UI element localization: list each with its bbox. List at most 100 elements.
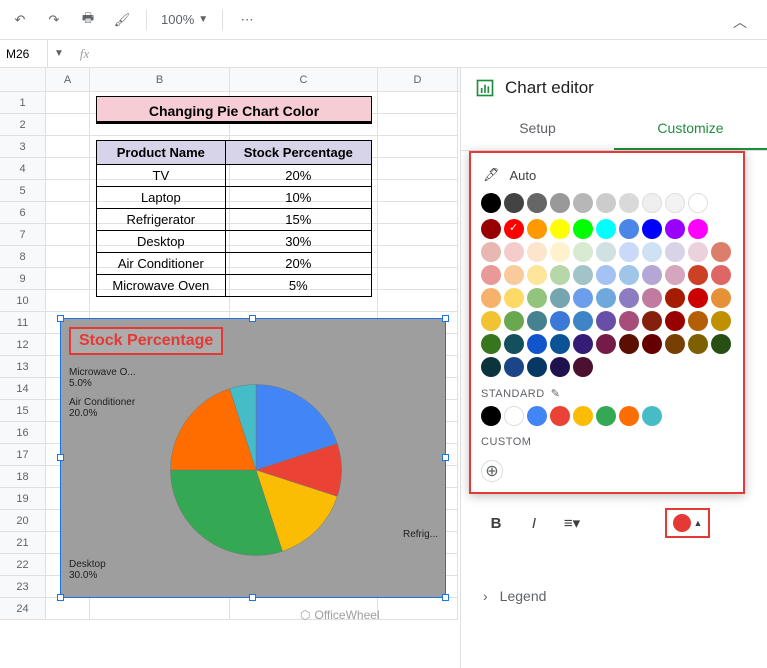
row-header[interactable]: 17 <box>0 444 46 466</box>
color-swatch[interactable] <box>527 242 547 262</box>
row-header[interactable]: 1 <box>0 92 46 114</box>
color-swatch[interactable] <box>481 334 501 354</box>
text-color-button[interactable]: ▲ <box>665 508 710 538</box>
color-swatch[interactable] <box>504 219 524 239</box>
spreadsheet-grid[interactable]: A B C D 12345678910111213141516171819202… <box>0 68 460 668</box>
print-button[interactable]: 🖶 <box>78 10 98 30</box>
color-swatch[interactable] <box>550 334 570 354</box>
col-header-c[interactable]: C <box>230 68 378 91</box>
col-header-b[interactable]: B <box>90 68 230 91</box>
sheet-title-cell[interactable]: Changing Pie Chart Color <box>96 96 372 124</box>
color-swatch[interactable] <box>550 406 570 426</box>
table-cell[interactable]: 5% <box>225 275 371 297</box>
row-header[interactable]: 22 <box>0 554 46 576</box>
color-swatch[interactable] <box>550 219 570 239</box>
color-swatch[interactable] <box>481 265 501 285</box>
row-header[interactable]: 15 <box>0 400 46 422</box>
color-swatch[interactable] <box>481 219 501 239</box>
color-swatch[interactable] <box>711 265 731 285</box>
color-swatch[interactable] <box>596 219 616 239</box>
name-box-dropdown[interactable]: ▼ <box>48 48 70 59</box>
resize-handle[interactable] <box>249 315 256 322</box>
color-swatch[interactable] <box>504 311 524 331</box>
color-swatch[interactable] <box>619 219 639 239</box>
tab-customize[interactable]: Customize <box>614 108 767 150</box>
row-header[interactable]: 2 <box>0 114 46 136</box>
table-cell[interactable]: Refrigerator <box>97 209 226 231</box>
row-header[interactable]: 5 <box>0 180 46 202</box>
row-header[interactable]: 7 <box>0 224 46 246</box>
pencil-icon[interactable]: ✎ <box>551 387 561 400</box>
color-swatch[interactable] <box>550 311 570 331</box>
color-swatch[interactable] <box>527 288 547 308</box>
table-cell[interactable]: Air Conditioner <box>97 253 226 275</box>
color-swatch[interactable] <box>688 265 708 285</box>
pie-chart[interactable]: Stock Percentage Microwave O...5.0% Air … <box>60 318 446 598</box>
align-button[interactable]: ≡▾ <box>557 508 587 538</box>
color-swatch[interactable] <box>619 334 639 354</box>
table-cell[interactable]: Desktop <box>97 231 226 253</box>
color-swatch[interactable] <box>642 334 662 354</box>
name-box[interactable]: M26 <box>0 40 48 67</box>
add-custom-color-button[interactable]: ⊕ <box>481 460 503 482</box>
auto-color-row[interactable]: 🖋 Auto <box>481 163 733 193</box>
color-swatch[interactable] <box>665 311 685 331</box>
color-swatch[interactable] <box>642 265 662 285</box>
color-swatch[interactable] <box>504 242 524 262</box>
select-all-corner[interactable] <box>0 68 46 91</box>
color-swatch[interactable] <box>596 406 616 426</box>
table-cell[interactable]: TV <box>97 165 226 187</box>
color-swatch[interactable] <box>711 311 731 331</box>
row-header[interactable]: 18 <box>0 466 46 488</box>
row-header[interactable]: 6 <box>0 202 46 224</box>
color-swatch[interactable] <box>665 193 685 213</box>
color-swatch[interactable] <box>688 219 708 239</box>
color-swatch[interactable] <box>688 334 708 354</box>
color-swatch[interactable] <box>596 311 616 331</box>
color-swatch[interactable] <box>527 311 547 331</box>
row-header[interactable]: 3 <box>0 136 46 158</box>
color-swatch[interactable] <box>642 406 662 426</box>
row-header[interactable]: 4 <box>0 158 46 180</box>
color-swatch[interactable] <box>573 242 593 262</box>
color-swatch[interactable] <box>527 193 547 213</box>
row-header[interactable]: 16 <box>0 422 46 444</box>
color-swatch[interactable] <box>596 334 616 354</box>
color-swatch[interactable] <box>481 242 501 262</box>
row-header[interactable]: 23 <box>0 576 46 598</box>
row-header[interactable]: 21 <box>0 532 46 554</box>
color-swatch[interactable] <box>504 334 524 354</box>
color-swatch[interactable] <box>688 288 708 308</box>
more-button[interactable]: ⋯ <box>237 10 257 30</box>
pie-graphic[interactable] <box>161 375 351 565</box>
col-header-a[interactable]: A <box>46 68 90 91</box>
table-cell[interactable]: 10% <box>225 187 371 209</box>
bold-button[interactable]: B <box>481 508 511 538</box>
resize-handle[interactable] <box>442 454 449 461</box>
row-header[interactable]: 8 <box>0 246 46 268</box>
color-swatch[interactable] <box>642 219 662 239</box>
color-swatch[interactable] <box>481 406 501 426</box>
color-swatch[interactable] <box>550 288 570 308</box>
color-swatch[interactable] <box>573 219 593 239</box>
row-header[interactable]: 12 <box>0 334 46 356</box>
table-cell[interactable]: 20% <box>225 253 371 275</box>
color-swatch[interactable] <box>527 357 547 377</box>
color-swatch[interactable] <box>481 193 501 213</box>
color-swatch[interactable] <box>665 219 685 239</box>
zoom-dropdown[interactable]: 100% ▼ <box>161 12 208 27</box>
color-swatch[interactable] <box>504 193 524 213</box>
row-header[interactable]: 19 <box>0 488 46 510</box>
color-swatch[interactable] <box>550 357 570 377</box>
section-legend[interactable]: › Legend <box>479 578 749 614</box>
color-swatch[interactable] <box>596 265 616 285</box>
color-swatch[interactable] <box>527 219 547 239</box>
color-swatch[interactable] <box>619 406 639 426</box>
table-cell[interactable]: Microwave Oven <box>97 275 226 297</box>
color-swatch[interactable] <box>619 242 639 262</box>
collapse-toolbar-icon[interactable]: ︿ <box>733 12 747 32</box>
color-swatch[interactable] <box>504 406 524 426</box>
color-swatch[interactable] <box>481 357 501 377</box>
color-swatch[interactable] <box>665 242 685 262</box>
color-swatch[interactable] <box>711 288 731 308</box>
